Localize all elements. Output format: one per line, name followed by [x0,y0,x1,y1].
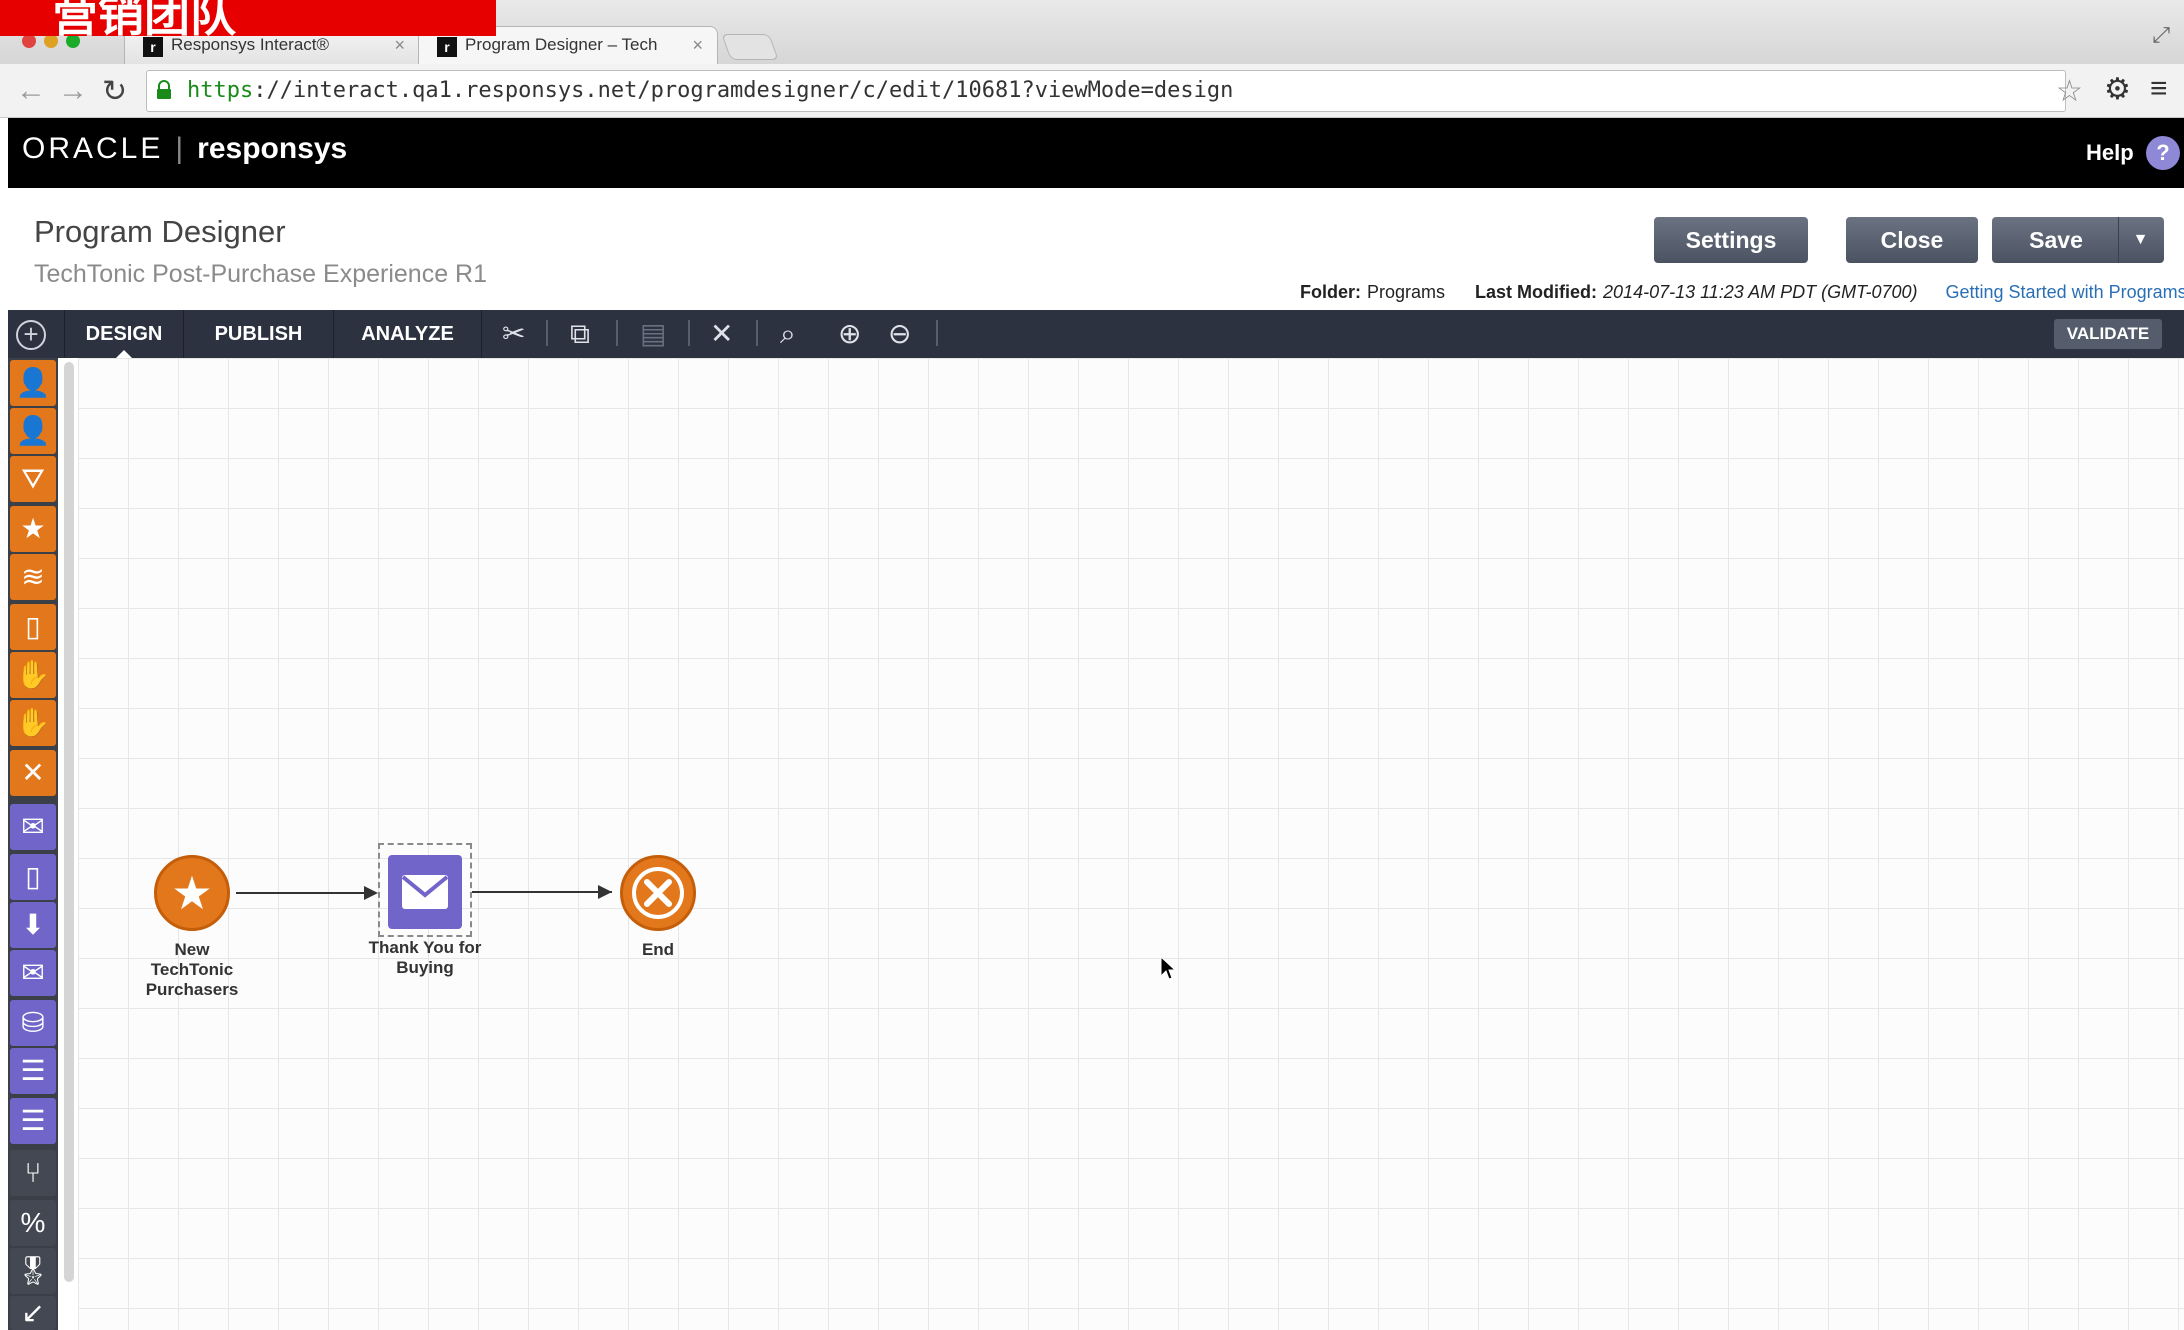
back-icon[interactable]: ← [16,74,46,108]
last-modified-label: Last Modified: [1475,282,1598,302]
node-label-line: TechTonic [150,960,234,979]
last-modified-value: 2014-07-13 11:23 AM PDT (GMT-0700) [1603,282,1918,302]
bookmark-star-icon[interactable]: ☆ [2056,74,2083,109]
zoom-in-icon[interactable]: ⊕ [838,318,861,350]
palette-signal-icon[interactable]: ≋ [10,554,56,600]
delete-icon[interactable]: ✕ [710,318,733,350]
folder-value: Programs [1367,282,1446,302]
help-link[interactable]: Help [2086,140,2134,166]
tab-title: Program Designer – Tech [465,35,658,54]
oracle-logo-text: ORACLE [22,132,164,165]
close-button[interactable]: Close [1846,217,1978,263]
tab-analyze[interactable]: ANALYZE [334,310,482,358]
zoom-fit-icon[interactable]: ⌕ [780,318,796,350]
palette-email-icon[interactable]: ✉ [10,804,56,850]
responsys-favicon: r [437,37,457,57]
url-scheme: https [187,78,254,103]
node-label-line: End [641,940,675,959]
mouse-cursor-icon [1160,956,1176,980]
node-label-line: New [174,940,210,959]
palette-close-icon[interactable]: ✕ [10,750,56,796]
address-bar[interactable]: https://interact.qa1.responsys.net/progr… [146,70,2066,112]
cut-icon[interactable]: ✂ [502,318,525,350]
end-node[interactable] [620,855,696,931]
folder-label: Folder: [1300,282,1361,302]
overlay-banner: 营销团队 [0,0,496,36]
program-meta: Folder: Programs Last Modified: 2014-07-13 … [1300,282,2184,303]
toolbar-divider [756,320,758,346]
toolbar-divider [688,320,690,346]
validate-button[interactable]: VALIDATE [2054,319,2162,349]
palette-star-icon[interactable]: ★ [10,506,56,552]
settings-button[interactable]: Settings [1654,217,1808,263]
connector-line[interactable] [236,892,366,894]
connector-arrowhead [364,886,378,900]
forward-icon[interactable]: → [58,74,88,108]
chevron-down-icon[interactable]: ▼ [2118,217,2162,263]
connector-arrowhead [598,885,612,899]
toolbar-divider [616,320,618,346]
palette-form-icon[interactable]: ☰ [10,1048,56,1094]
palette-mobile-icon[interactable]: ▯ [10,854,56,900]
palette-hand-icon[interactable]: ✋ [10,700,56,746]
program-name: TechTonic Post-Purchase Experience R1 [34,260,488,288]
connector-line[interactable] [472,891,612,893]
palette-split-icon[interactable]: ⑂ [10,1150,56,1196]
new-tab-button[interactable] [721,34,779,60]
fullscreen-icon[interactable]: ⤢ [2152,22,2170,48]
tab-close-icon[interactable]: × [394,35,405,56]
active-tab-indicator [116,350,132,358]
email-icon [401,875,449,909]
page-title: Program Designer [34,214,286,249]
end-node-label: End [578,940,738,960]
node-label-line: Thank You for [368,938,482,957]
getting-started-link[interactable]: Getting Started with Programs [1946,282,2184,302]
palette-filter-icon[interactable]: ⛛ [10,456,56,502]
lock-icon [157,80,171,99]
start-node-label: New TechTonic Purchasers [112,940,272,1000]
palette-award-icon[interactable]: 🎖 [10,1248,56,1294]
email-node-label: Thank You for Buying [345,938,505,978]
tab-close-icon[interactable]: × [692,35,703,56]
help-icon[interactable]: ? [2146,136,2180,170]
window-close-button[interactable] [22,34,36,48]
palette-mobile-app-icon[interactable]: ▯ [10,604,56,650]
extension-gear-icon[interactable]: ⚙ [2104,72,2131,107]
browser-menu-icon[interactable]: ≡ [2150,72,2168,106]
palette-person-icon[interactable]: 👤 [10,408,56,454]
palette-form-icon[interactable]: ☰ [10,1098,56,1144]
palette-hand-icon[interactable]: ✋ [10,652,56,698]
star-icon: ★ [171,867,213,919]
palette-database-icon[interactable]: ⛁ [10,1000,56,1046]
zoom-out-icon[interactable]: ⊖ [888,318,911,350]
end-x-icon [632,867,684,919]
reload-icon[interactable]: ↻ [102,74,127,109]
email-node-thank-you-for-buying[interactable] [388,855,462,929]
paste-icon[interactable]: ▤ [640,318,666,350]
responsys-favicon: r [143,37,163,57]
oracle-responsys-logo[interactable]: ORACLE | responsys [22,132,347,166]
node-label-line: Purchasers [145,980,239,999]
palette-sms-icon[interactable]: ✉ [10,950,56,996]
palette-person-icon[interactable]: 👤 [10,360,56,406]
palette-wait-icon[interactable]: ↙ [10,1296,56,1330]
responsys-logo-text: responsys [197,132,348,165]
window-minimize-button[interactable] [44,34,58,48]
url-text: ://interact.qa1.responsys.net/programdes… [253,78,1234,103]
tab-title: Responsys Interact® [171,35,330,54]
start-node-new-techtonic-purchasers[interactable]: ★ [154,855,230,931]
add-icon[interactable]: + [16,320,46,350]
palette-inbox-icon[interactable]: ⬇ [10,902,56,948]
copy-icon[interactable]: ⧉ [570,318,590,350]
palette-scrollbar[interactable] [64,362,74,1282]
toolbar-divider [546,320,548,346]
tab-publish[interactable]: PUBLISH [184,310,334,358]
node-label-line: Buying [396,958,454,977]
toolbar-divider [936,320,938,346]
palette-percent-icon[interactable]: % [10,1200,56,1246]
window-zoom-button[interactable] [66,34,80,48]
